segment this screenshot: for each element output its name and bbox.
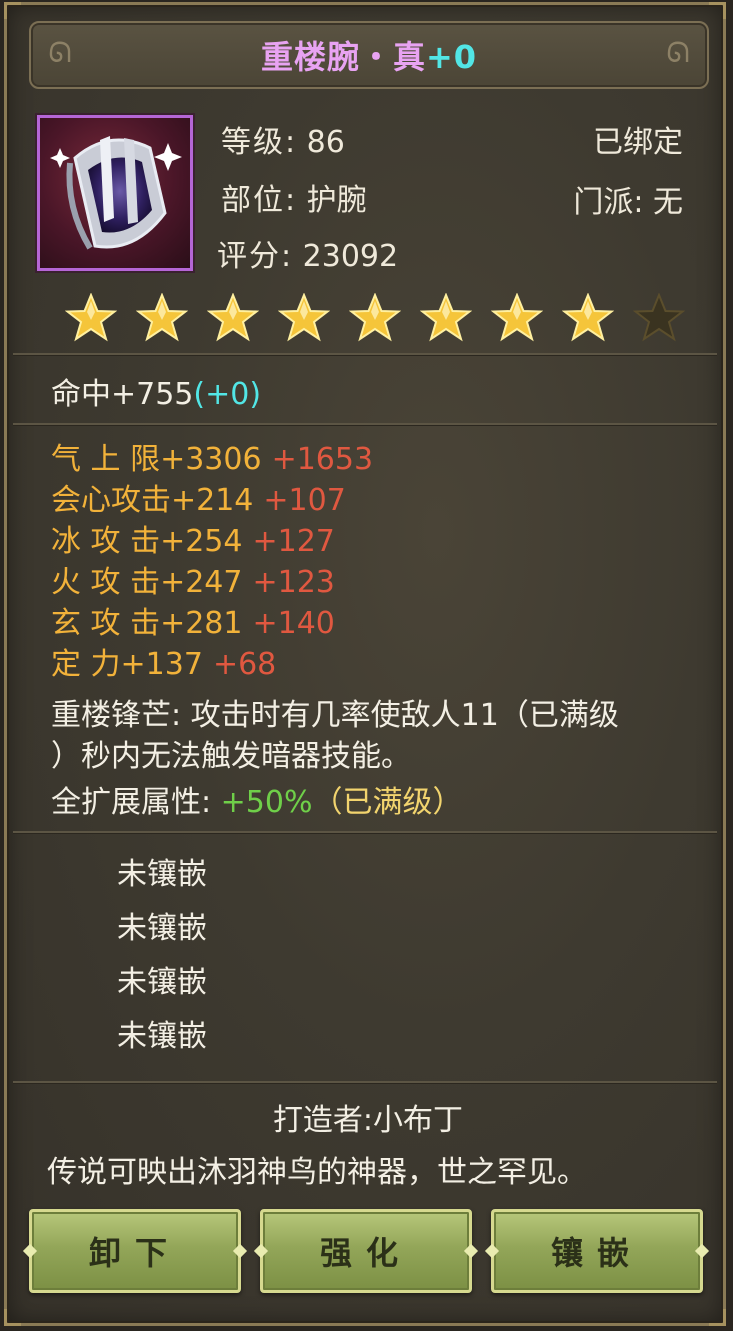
bracer-icon xyxy=(50,136,182,250)
slot-value: 护腕 xyxy=(306,183,367,218)
star-filled-icon xyxy=(278,293,330,342)
attribute-bonus: +68 xyxy=(212,647,277,682)
extra-attributes: 气 上 限+3306 +1653 会心攻击+214 +107 冰 攻 击+254 +1… xyxy=(51,439,373,685)
attribute-bonus: +107 xyxy=(263,483,346,518)
score-value: 23092 xyxy=(302,239,399,274)
main-attribute: 命中+755(+0) xyxy=(51,369,261,413)
attribute-row: 玄 攻 击+281 +140 xyxy=(51,603,373,644)
enhance-button[interactable]: 强化 xyxy=(260,1209,472,1293)
attribute-base: 会心攻击+214 xyxy=(51,483,254,518)
main-attribute-bonus: (+0) xyxy=(193,377,262,412)
inlay-button[interactable]: 镶嵌 xyxy=(491,1209,703,1293)
extension-status: （已满级） xyxy=(312,785,463,820)
divider xyxy=(13,353,717,355)
item-title: 重楼腕・真+0 xyxy=(261,32,477,78)
item-description: 传说可映出沐羽神鸟的神器，世之罕见。 xyxy=(47,1155,587,1190)
attribute-row: 会心攻击+214 +107 xyxy=(51,480,373,521)
main-attribute-text: 命中+755 xyxy=(51,377,194,412)
divider xyxy=(13,423,717,425)
score-label: 评分: xyxy=(217,239,294,274)
attribute-row: 火 攻 击+247 +123 xyxy=(51,562,373,603)
attribute-bonus: +127 xyxy=(252,524,335,559)
attribute-row: 冰 攻 击+254 +127 xyxy=(51,521,373,562)
item-name: 重楼腕・真 xyxy=(260,38,426,76)
attribute-bonus: +140 xyxy=(252,606,335,641)
swirl-ornament-icon: ᘏ xyxy=(48,36,72,69)
star-filled-icon xyxy=(420,293,472,342)
swirl-ornament-icon: ᘏ xyxy=(666,36,690,69)
attribute-base: 玄 攻 击+281 xyxy=(51,606,243,641)
divider xyxy=(13,831,717,833)
attribute-row: 气 上 限+3306 +1653 xyxy=(51,439,373,480)
attribute-base: 定 力+137 xyxy=(51,647,203,682)
sect-label: 门派: xyxy=(573,185,644,220)
level-value: 86 xyxy=(306,125,345,160)
skill-line: 重楼锋芒: 攻击时有几率使敌人11（已满级 xyxy=(51,698,619,733)
item-icon-frame xyxy=(37,115,193,271)
score-row: 评分: 23092 xyxy=(217,231,398,275)
unequip-button[interactable]: 卸下 xyxy=(29,1209,241,1293)
item-tooltip-panel: ᘏ 重楼腕・真+0 ᘏ 等级: 86 部位: 护腕 评分: 23092 已绑定 … xyxy=(4,2,726,1326)
attribute-base: 气 上 限+3306 xyxy=(51,442,262,477)
skill-description: 重楼锋芒: 攻击时有几率使敌人11（已满级 ）秒内无法触发暗器技能。 xyxy=(51,695,701,777)
star-empty-icon xyxy=(633,293,685,342)
corner-ornament xyxy=(4,2,21,19)
slot-row: 部位: 护腕 xyxy=(221,175,367,219)
slot-label: 部位: xyxy=(221,183,298,218)
item-enhance-level: +0 xyxy=(425,38,478,76)
divider xyxy=(13,1081,717,1083)
socket-slot: 未镶嵌 xyxy=(117,1019,207,1054)
bound-status: 已绑定 xyxy=(593,125,683,160)
maker-info: 打造者:小布丁 xyxy=(272,1103,464,1138)
extension-attribute: 全扩展属性: +50%（已满级） xyxy=(51,777,462,821)
star-filled-icon xyxy=(136,293,188,342)
corner-ornament xyxy=(4,1309,21,1326)
attribute-row: 定 力+137 +68 xyxy=(51,644,373,685)
title-bar: ᘏ 重楼腕・真+0 ᘏ xyxy=(29,21,709,89)
socket-slot: 未镶嵌 xyxy=(117,911,207,946)
star-filled-icon xyxy=(207,293,259,342)
level-row: 等级: 86 xyxy=(221,117,345,161)
star-filled-icon xyxy=(349,293,401,342)
corner-ornament xyxy=(709,1309,726,1326)
star-rating xyxy=(65,293,685,343)
sect-value: 无 xyxy=(653,185,683,220)
socket-slot: 未镶嵌 xyxy=(117,857,207,892)
attribute-base: 冰 攻 击+254 xyxy=(51,524,243,559)
star-filled-icon xyxy=(562,293,614,342)
sect-row: 门派: 无 xyxy=(573,177,683,221)
skill-line: ）秒内无法触发暗器技能。 xyxy=(51,739,411,774)
extension-label: 全扩展属性: xyxy=(51,785,212,820)
attribute-base: 火 攻 击+247 xyxy=(51,565,243,600)
socket-list: 未镶嵌 未镶嵌 未镶嵌 未镶嵌 xyxy=(117,848,207,1064)
level-label: 等级: xyxy=(221,125,298,160)
attribute-bonus: +1653 xyxy=(271,442,374,477)
extension-percent: +50% xyxy=(220,785,313,820)
star-filled-icon xyxy=(491,293,543,342)
corner-ornament xyxy=(709,2,726,19)
star-filled-icon xyxy=(65,293,117,342)
socket-slot: 未镶嵌 xyxy=(117,965,207,1000)
attribute-bonus: +123 xyxy=(252,565,335,600)
